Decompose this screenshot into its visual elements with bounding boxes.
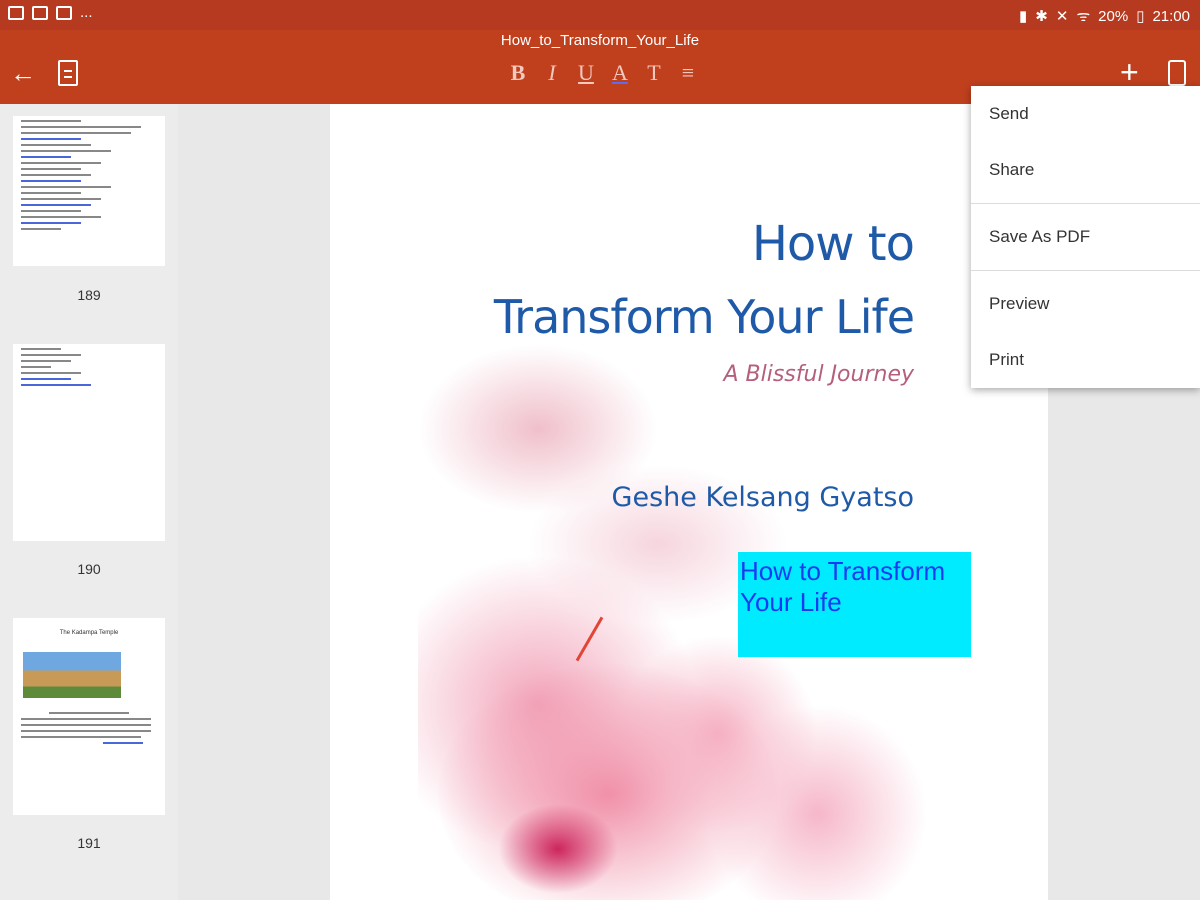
font-color-button[interactable]: A	[610, 60, 630, 86]
notification-icons: ...	[8, 4, 93, 21]
bluetooth-icon: ✱	[1035, 8, 1048, 25]
page-icon[interactable]	[58, 60, 78, 86]
page-thumbnails: 189 190 The Kadampa Temple 191	[0, 104, 178, 900]
mail-icon	[56, 6, 72, 20]
temple-photo	[23, 652, 121, 698]
overflow-menu: Send Share Save As PDF Preview Print	[971, 86, 1200, 388]
status-bar: ... ▮ ✱ ✕ ᯤ 20% ▯ 21:00	[0, 0, 1200, 30]
thumbnail-number: 191	[77, 835, 101, 851]
thumbnail-number: 189	[77, 287, 101, 303]
more-notifications: ...	[80, 4, 93, 21]
underline-button[interactable]: U	[576, 60, 596, 86]
menu-item-print[interactable]: Print	[971, 332, 1200, 388]
menu-item-send[interactable]: Send	[971, 86, 1200, 142]
plus-icon[interactable]: +	[1120, 56, 1139, 88]
cover-title-line2: Transform Your Life	[493, 290, 915, 344]
cover-title-line1: How to	[751, 216, 915, 272]
italic-button[interactable]: I	[542, 60, 562, 86]
align-button[interactable]: ≡	[678, 60, 698, 86]
menu-divider	[971, 270, 1200, 271]
menu-item-save-as-pdf[interactable]: Save As PDF	[971, 209, 1200, 265]
document-title: How_to_Transform_Your_Life	[500, 32, 700, 49]
thumbnail-page-190[interactable]	[13, 344, 165, 541]
bold-button[interactable]: B	[508, 60, 528, 86]
sim-icon: ▮	[1019, 8, 1028, 25]
format-toolbar: B I U A T ≡	[508, 60, 698, 86]
cover-subtitle: A Blissful Journey	[723, 362, 914, 387]
inserted-text-box[interactable]: How to Transform Your Life	[738, 552, 971, 657]
thumbnail-number: 190	[77, 561, 101, 577]
orchid-center	[498, 804, 618, 894]
gallery-icon	[8, 6, 24, 20]
notification-icon	[32, 6, 48, 20]
menu-divider	[971, 203, 1200, 204]
mute-icon: ✕	[1055, 8, 1069, 25]
menu-item-preview[interactable]: Preview	[971, 276, 1200, 332]
font-size-button[interactable]: T	[644, 60, 664, 86]
document-page[interactable]: How to Transform Your Life A Blissful Jo…	[330, 104, 1048, 900]
thumbnail-page-191[interactable]: The Kadampa Temple	[13, 618, 165, 815]
clock: 21:00	[1152, 7, 1190, 25]
system-icons: ▮ ✱ ✕ ᯤ 20% ▯ 21:00	[1019, 6, 1190, 26]
back-arrow-icon[interactable]: ←	[10, 60, 38, 88]
battery-icon: ▯	[1136, 8, 1145, 25]
wifi-icon: ᯤ	[1076, 8, 1091, 25]
more-icon[interactable]	[1168, 60, 1186, 86]
cover-author: Geshe Kelsang Gyatso	[611, 482, 914, 513]
thumbnail-page-189[interactable]	[13, 116, 165, 266]
battery-level: 20%	[1098, 7, 1129, 25]
thumbnail-heading: The Kadampa Temple	[59, 630, 119, 636]
menu-item-share[interactable]: Share	[971, 142, 1200, 198]
